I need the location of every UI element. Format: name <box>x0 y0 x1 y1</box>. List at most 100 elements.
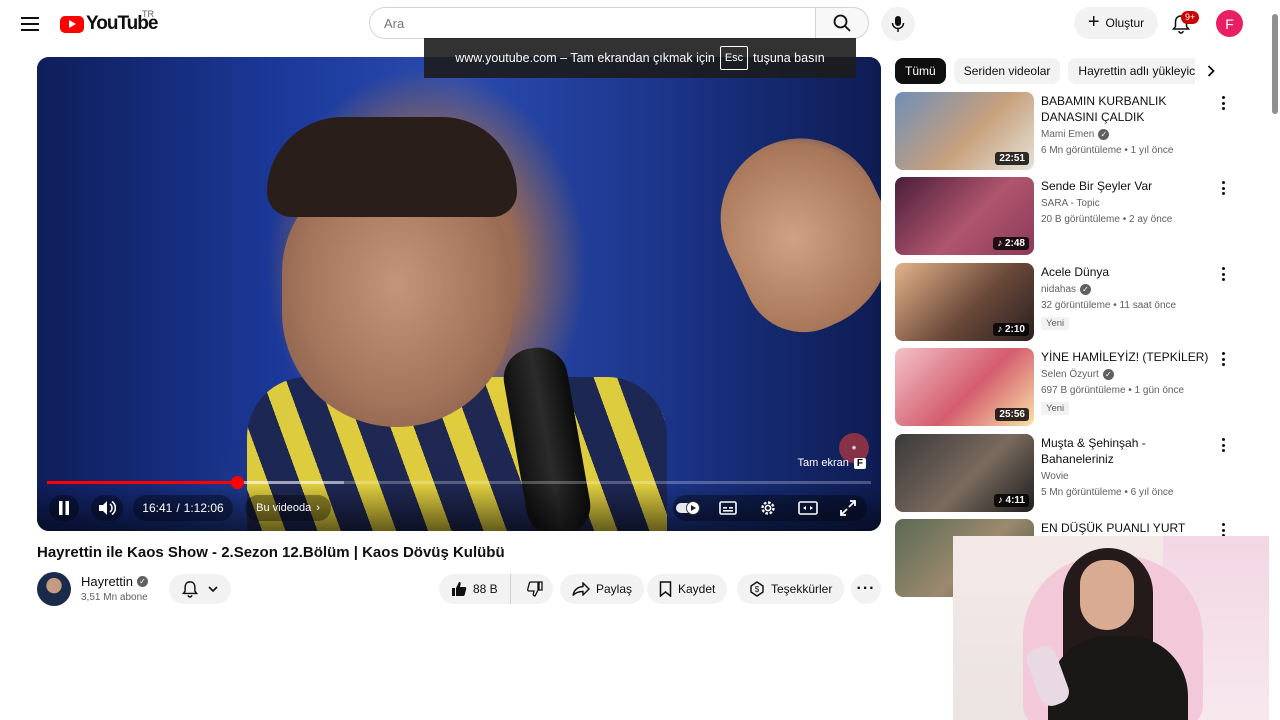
hamburger-icon <box>21 17 39 31</box>
recommendation-item[interactable]: ♪ 4:11 Muşta & Şehinşah - Bahaneleriniz Wo… <box>895 434 1235 514</box>
like-dislike-group: 88 B <box>439 574 553 604</box>
autoplay-toggle-icon <box>676 501 700 515</box>
time-current: 16:41 <box>142 501 173 515</box>
mute-button[interactable] <box>91 495 123 521</box>
region-code: TR <box>142 9 154 19</box>
toast-suffix: tuşuna basın <box>753 51 825 65</box>
webcam-overlay <box>953 536 1280 720</box>
thumbs-down-icon <box>526 581 543 597</box>
recommendation-title[interactable]: YİNE HAMİLEYİZ! (TEPKİLER) <box>1041 349 1211 365</box>
subscriber-count: 3,51 Mn abone <box>81 592 148 603</box>
recommendation-channel[interactable]: nidahas ✓ <box>1041 284 1092 295</box>
channel-name-link[interactable]: Hayrettin ✓ <box>81 574 149 589</box>
dislike-button[interactable] <box>517 574 553 604</box>
recommendation-meta: 32 görüntüleme • 11 saat önce <box>1041 300 1177 311</box>
video-frame <box>37 57 881 531</box>
subtitles-button[interactable] <box>715 495 741 521</box>
pause-button[interactable] <box>49 495 79 521</box>
recommendation-channel[interactable]: Mami Emen ✓ <box>1041 129 1110 140</box>
more-horizontal-icon: ··· <box>856 580 876 597</box>
thanks-button[interactable]: $ Teşekkürler <box>737 574 845 604</box>
exit-fullscreen-button[interactable] <box>835 495 861 521</box>
video-thumbnail[interactable]: ♪ 2:10 <box>895 263 1034 341</box>
video-thumbnail[interactable]: 25:56 <box>895 348 1034 426</box>
save-button[interactable]: Kaydet <box>647 574 728 604</box>
recommendation-channel-name: SARA - Topic <box>1041 198 1100 209</box>
volume-icon <box>99 500 116 516</box>
more-vertical-icon[interactable] <box>1218 265 1228 283</box>
search-button[interactable] <box>815 7 869 39</box>
bookmark-icon <box>659 581 672 597</box>
toast-prefix: www.youtube.com – Tam ekrandan çıkmak iç… <box>455 51 715 65</box>
page-scrollbar[interactable] <box>1269 0 1280 720</box>
more-vertical-icon[interactable] <box>1218 350 1228 368</box>
theater-mode-button[interactable] <box>795 495 821 521</box>
recommendation-meta: 6 Mn görüntüleme • 1 yıl önce <box>1041 145 1174 156</box>
recommendation-item[interactable]: 22:51 BABAMIN KURBANLIK DANASINI ÇALDIK Ma… <box>895 92 1235 172</box>
more-vertical-icon[interactable] <box>1218 179 1228 197</box>
notification-count-badge: 9+ <box>1181 11 1200 24</box>
share-icon <box>572 582 590 596</box>
subscription-bell-button[interactable] <box>169 574 231 604</box>
account-avatar[interactable]: F <box>1216 10 1243 37</box>
recommendation-item[interactable]: ♪ 2:10 Acele Dünya nidahas ✓ 32 görüntüleme … <box>895 263 1235 343</box>
recommendation-title[interactable]: Acele Dünya <box>1041 264 1211 280</box>
super-thanks-icon: $ <box>750 581 764 597</box>
recommendation-item[interactable]: ♪ 2:48 Sende Bir Şeyler Var SARA - Topic 20… <box>895 177 1235 257</box>
recommendation-channel-name: nidahas <box>1041 284 1077 295</box>
recommendation-item[interactable]: 25:56 YİNE HAMİLEYİZ! (TEPKİLER) Selen Özy… <box>895 348 1235 428</box>
svg-text:$: $ <box>755 585 760 594</box>
progress-played <box>47 481 238 484</box>
recommendation-channel[interactable]: Wovie <box>1041 471 1069 482</box>
settings-button[interactable] <box>755 495 781 521</box>
duration-badge: 25:56 <box>995 408 1029 421</box>
create-label: Oluştur <box>1105 16 1145 30</box>
autoplay-toggle[interactable] <box>675 495 703 521</box>
recommendation-title[interactable]: BABAMIN KURBANLIK DANASINI ÇALDIK <box>1041 93 1211 125</box>
chip-all[interactable]: Tümü <box>895 58 946 84</box>
recommendation-meta: 697 B görüntüleme • 1 gün önce <box>1041 385 1185 396</box>
recommendation-channel[interactable]: Selen Özyurt ✓ <box>1041 369 1114 380</box>
recommendation-title[interactable]: Sende Bir Şeyler Var <box>1041 178 1211 194</box>
chevron-right-icon: › <box>316 502 320 514</box>
progress-bar[interactable] <box>47 476 871 489</box>
more-vertical-icon[interactable] <box>1218 94 1228 112</box>
voice-search-button[interactable] <box>881 7 915 41</box>
more-vertical-icon[interactable] <box>1218 436 1228 454</box>
duration-badge: ♪ 2:48 <box>993 237 1029 250</box>
video-player[interactable]: ◉ Tam ekran F 16:41 / 1:12:06 Bu videoda… <box>37 57 881 531</box>
recommendation-channel[interactable]: SARA - Topic <box>1041 198 1100 209</box>
scrollbar-thumb[interactable] <box>1272 14 1278 114</box>
plus-icon: + <box>1087 11 1100 33</box>
recommendation-channel-name: Wovie <box>1041 471 1069 482</box>
video-thumbnail[interactable]: ♪ 2:48 <box>895 177 1034 255</box>
youtube-logo[interactable]: YouTube TR <box>60 9 158 36</box>
thanks-label: Teşekkürler <box>771 582 833 596</box>
time-separator: / <box>176 501 180 515</box>
save-label: Kaydet <box>678 582 716 596</box>
chapter-button[interactable]: Bu videoda › <box>245 495 331 521</box>
chips-next-button[interactable] <box>1198 58 1224 84</box>
video-thumbnail[interactable]: ♪ 4:11 <box>895 434 1034 512</box>
create-button[interactable]: + Oluştur <box>1074 7 1158 39</box>
search-input[interactable] <box>384 15 816 31</box>
chip-series[interactable]: Seriden videolar <box>953 58 1061 84</box>
chevron-down-icon <box>208 586 218 592</box>
share-label: Paylaş <box>596 582 633 596</box>
duration-badge: ♪ 4:11 <box>993 494 1029 507</box>
recommendation-title[interactable]: Muşta & Şehinşah - Bahaneleriniz <box>1041 435 1211 467</box>
new-badge: Yeni <box>1041 317 1070 330</box>
like-button[interactable]: 88 B <box>439 574 511 604</box>
search-icon <box>833 14 851 32</box>
more-actions-button[interactable]: ··· <box>851 574 881 604</box>
video-thumbnail[interactable]: 22:51 <box>895 92 1034 170</box>
chip-uploader[interactable]: Hayrettin adlı yükleyici <box>1068 58 1195 84</box>
share-button[interactable]: Paylaş <box>560 574 645 604</box>
verified-icon: ✓ <box>1080 284 1092 295</box>
like-count: 88 B <box>473 582 498 596</box>
video-title: Hayrettin ile Kaos Show - 2.Sezon 12.Böl… <box>37 544 505 561</box>
thumbs-up-icon <box>452 582 467 596</box>
hamburger-menu-button[interactable] <box>18 12 42 36</box>
channel-avatar[interactable] <box>37 572 71 606</box>
recommendation-meta: 20 B görüntüleme • 2 ay önce <box>1041 214 1173 225</box>
